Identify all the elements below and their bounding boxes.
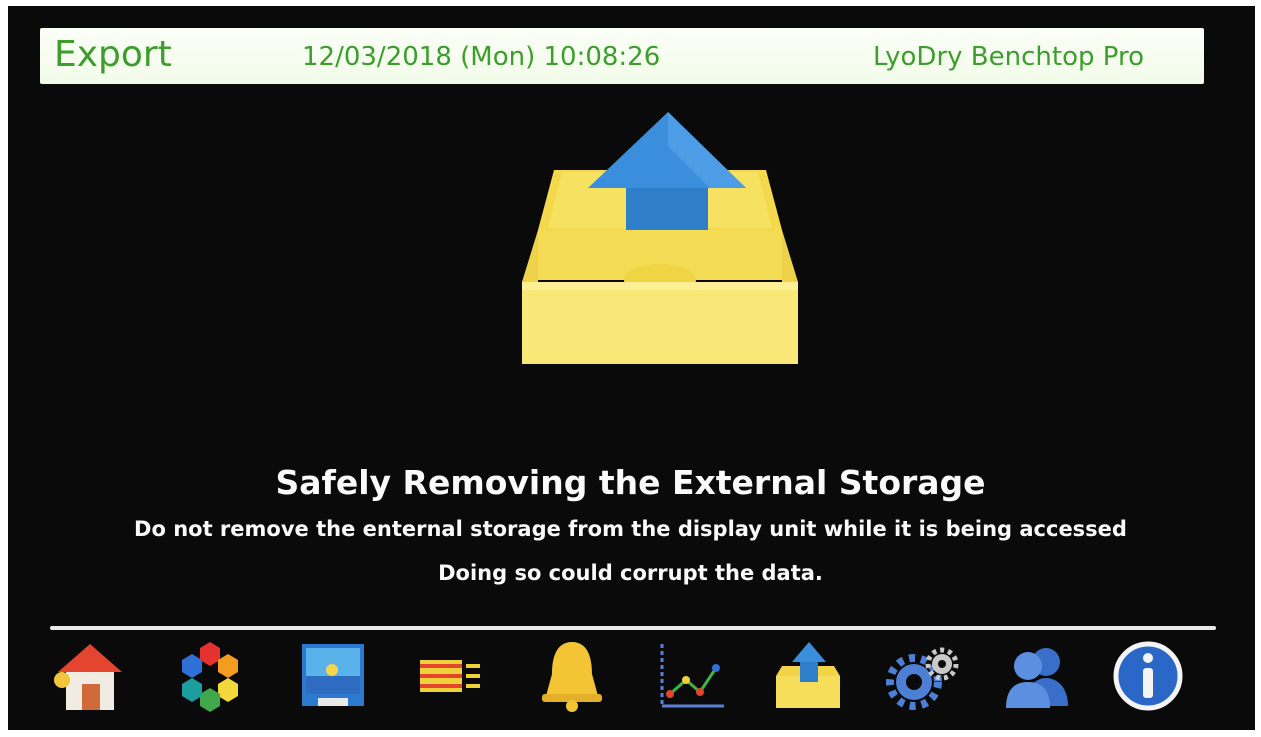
export-tray-icon [776,642,840,708]
line-graph-icon [660,644,724,708]
nav-info-button[interactable] [1108,636,1188,716]
users-icon [1006,648,1068,708]
nav-process-button[interactable] [170,636,250,716]
nav-users-button[interactable] [996,636,1076,716]
nav-alarms-button[interactable] [532,636,612,716]
nav-display-button[interactable] [292,636,372,716]
nav-batch-button[interactable] [412,636,492,716]
nav-home-button[interactable] [50,636,130,716]
gears-icon [886,647,959,710]
hexagon-cluster-icon [182,642,238,712]
nav-trend-button[interactable] [652,636,732,716]
divider [50,626,1216,630]
status-headline: Safely Removing the External Storage [275,463,986,502]
nav-export-button[interactable] [768,636,848,716]
export-tray-icon [510,110,810,370]
warning-message-detail: Doing so could corrupt the data. [438,561,823,585]
warning-message: Do not remove the enternal storage from … [134,517,1127,541]
header-bar: Export 12/03/2018 (Mon) 10:08:26 LyoDry … [40,28,1204,84]
batch-bars-icon [420,660,480,692]
device-name: LyoDry Benchtop Pro [873,42,1144,72]
bottom-nav-bar [40,632,1220,718]
datetime-display: 12/03/2018 (Mon) 10:08:26 [302,42,661,72]
info-icon [1113,641,1183,711]
screen-icon [302,644,364,706]
bell-icon [542,642,602,712]
page-title: Export [54,34,172,75]
home-icon [54,644,122,710]
nav-settings-button[interactable] [884,636,964,716]
